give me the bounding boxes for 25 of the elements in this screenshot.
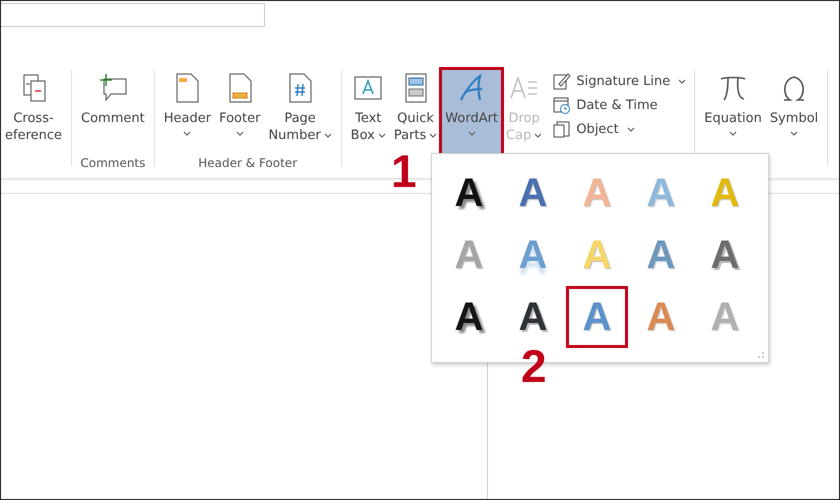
resize-grip-icon[interactable] [757,351,765,359]
wordart-style[interactable]: A [504,164,562,222]
window-icon [553,120,572,138]
step-number: 2 [521,343,547,389]
ribbon-button[interactable]: Symbol [766,70,822,154]
ribbon-button[interactable]: Header [160,70,214,154]
wordart-style[interactable]: A [440,288,498,346]
ribbon-button[interactable]: Comment [78,70,148,154]
ribbon-button[interactable]: Equation [701,70,765,154]
ribbon-button[interactable]: Text Box [348,70,389,154]
ribbon-button[interactable]: Date & Time [551,94,688,116]
wordart-style[interactable]: A [696,226,754,284]
ribbon-button[interactable]: Page Number [265,70,335,154]
group-label: Comments [80,156,146,170]
ribbon-button[interactable]: Cross- eference [2,70,66,154]
wordart-style[interactable]: A [504,288,562,346]
ribbon-button[interactable]: Signature Line [551,70,688,92]
wordart-style[interactable]: A [440,164,498,222]
calendar-clock-icon [553,96,572,114]
group-label: Header & Footer [198,156,298,170]
pen-icon [553,72,572,90]
input-field[interactable] [1,3,265,27]
ribbon-button[interactable]: Footer [216,70,264,154]
ribbon-button[interactable]: Object [551,118,688,140]
ribbon-button[interactable]: WordArt [442,70,502,154]
